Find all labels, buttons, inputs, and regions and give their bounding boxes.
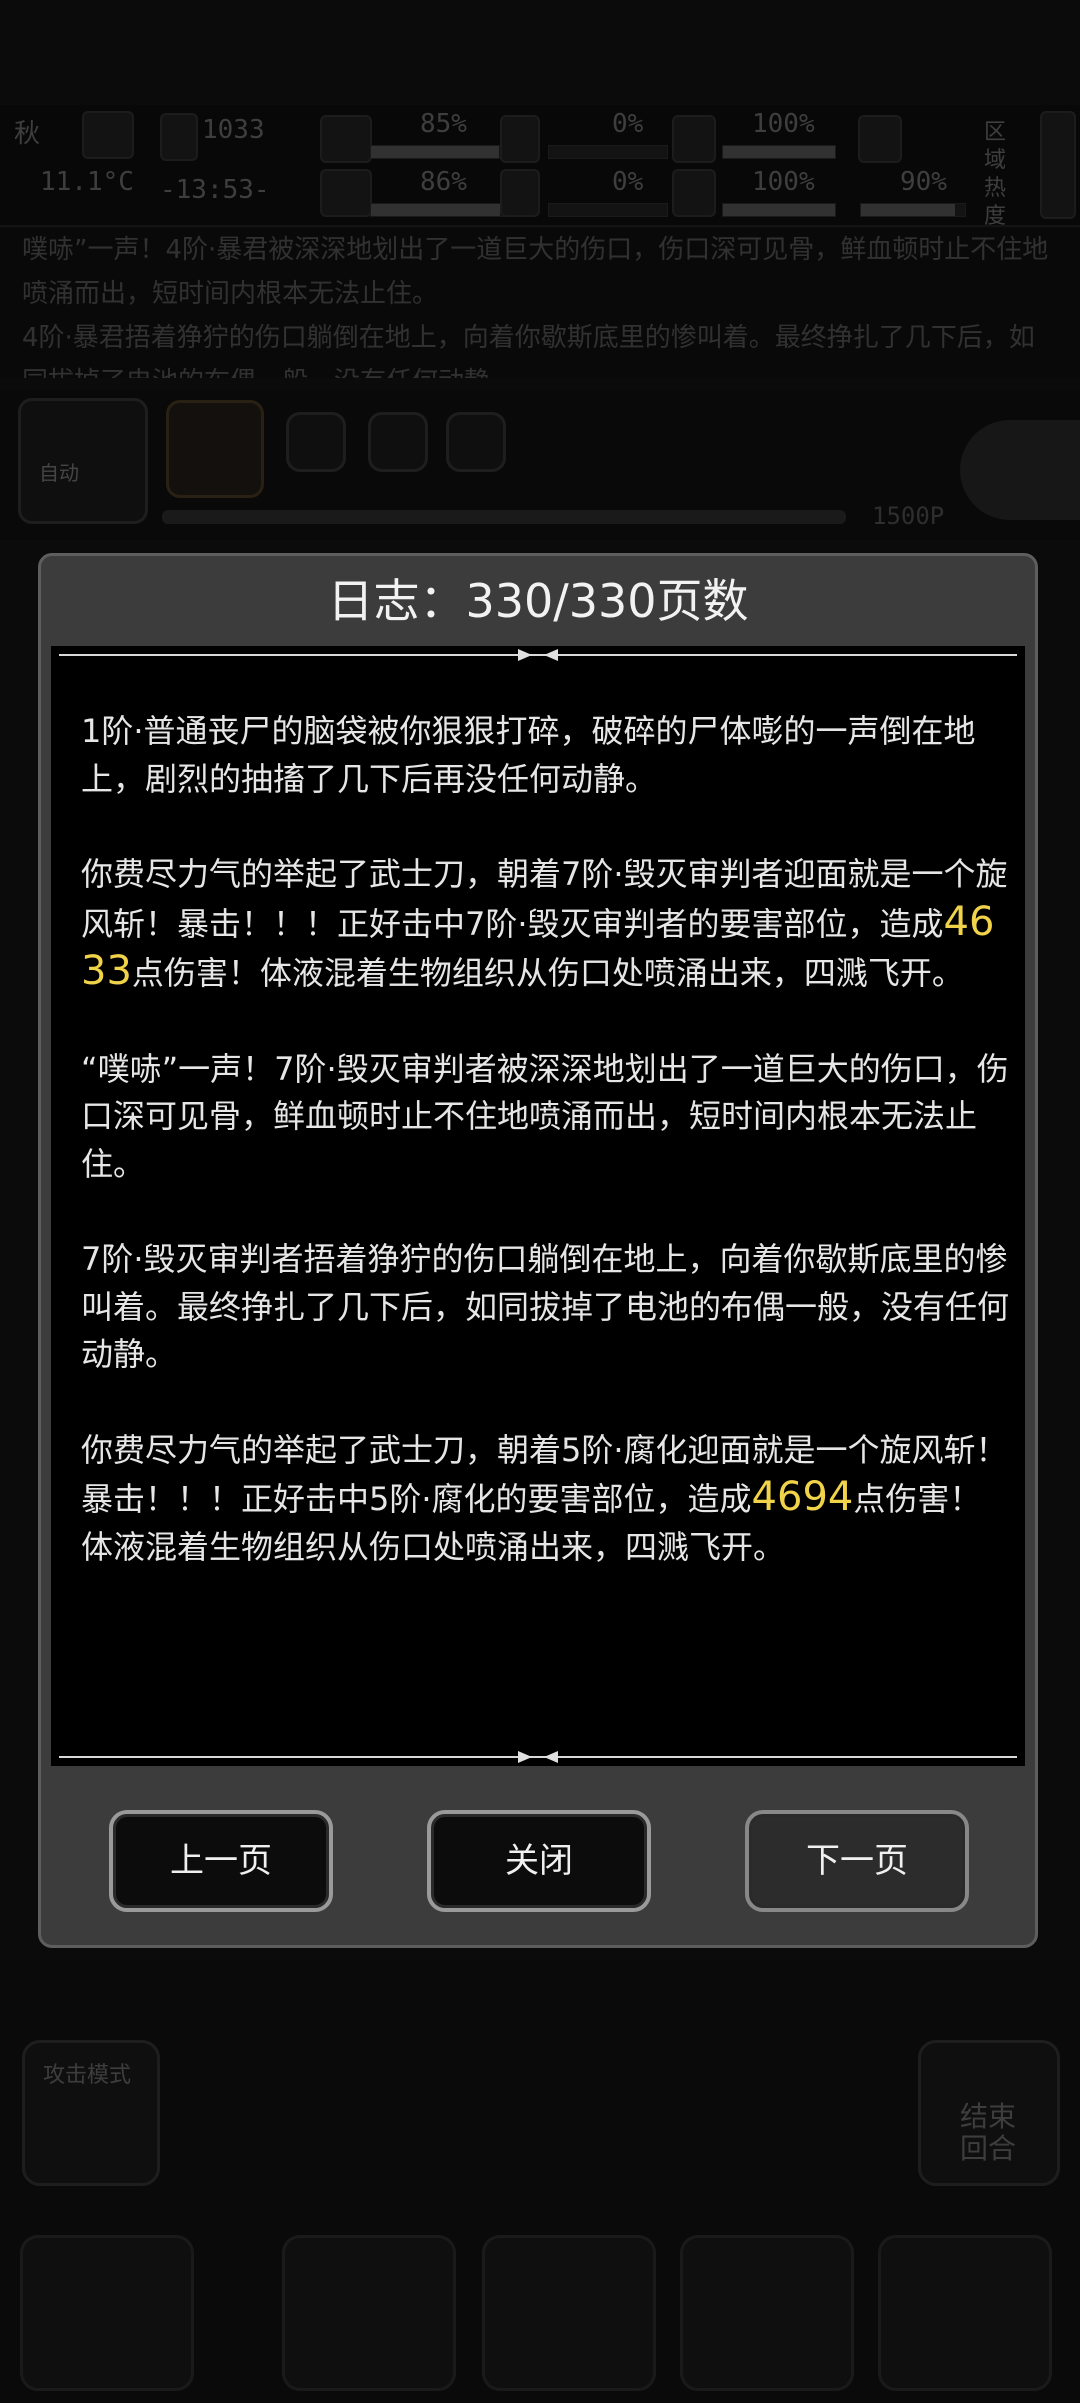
boot-icon bbox=[858, 115, 902, 163]
sanity-value: 86% bbox=[420, 167, 467, 197]
notes-icon[interactable] bbox=[680, 2235, 854, 2391]
area-heat-label: 区域热度 bbox=[984, 120, 1007, 229]
armor-value: 100% bbox=[752, 109, 815, 139]
end-turn-button[interactable]: 结束回合 bbox=[918, 2040, 1060, 2186]
armor-bar bbox=[722, 145, 836, 159]
top-divider bbox=[59, 649, 1017, 661]
heat-meter bbox=[1040, 111, 1076, 219]
auto-button[interactable]: 自动 bbox=[18, 398, 148, 524]
bottom-controls: 攻击模式 结束回合 bbox=[0, 1960, 1080, 2403]
skills-head-icon[interactable] bbox=[482, 2235, 656, 2391]
mood-bar bbox=[722, 203, 836, 217]
bottom-divider bbox=[59, 1751, 1017, 1763]
mood-value: 100% bbox=[752, 167, 815, 197]
stomach-icon bbox=[500, 115, 540, 163]
progress-bar bbox=[162, 510, 846, 524]
background-log-line: 噗哧”一声！4阶·暴君被深深地划出了一道巨大的伤口，伤口深可见骨，鲜血顿时止不住… bbox=[22, 235, 1049, 309]
weather-icon bbox=[82, 111, 134, 159]
day-counter: 1033 bbox=[202, 115, 265, 145]
water-icon bbox=[500, 169, 540, 217]
close-button[interactable]: 关闭 bbox=[427, 1810, 651, 1912]
log-entry: 你费尽力气的举起了武士刀，朝着7阶·毁灭审判者迎面就是一个旋风斩！暴击！！！正好… bbox=[81, 855, 1008, 994]
stamina-bar bbox=[860, 203, 966, 217]
log-dialog: 日志：330/330页数 1阶·普通丧尸的脑袋被你狠狠打碎，破碎的尸体嘭的一声倒… bbox=[38, 553, 1038, 1948]
season-label: 秋 bbox=[14, 119, 41, 149]
log-entry: 7阶·毁灭审判者捂着狰狞的伤口躺倒在地上，向着你歇斯底里的惨叫着。最终挣扎了几下… bbox=[81, 1240, 1010, 1373]
hunger-value: 0% bbox=[612, 109, 644, 139]
log-entry: “噗哧”一声！7阶·毁灭审判者被深深地划出了一道巨大的伤口，伤口深可见骨，鲜血顿… bbox=[81, 1049, 1009, 1183]
attack-mode-button[interactable]: 攻击模式 bbox=[22, 2040, 160, 2186]
dialog-title: 日志：330/330页数 bbox=[327, 574, 749, 628]
party-portrait[interactable] bbox=[446, 412, 506, 472]
thirst-bar bbox=[548, 203, 668, 217]
brain-icon bbox=[320, 169, 372, 217]
day-icon bbox=[160, 113, 198, 161]
character-row: 自动 1500P bbox=[0, 390, 1080, 540]
log-panel: 1阶·普通丧尸的脑袋被你狠狠打碎，破碎的尸体嘭的一声倒在地上，剧烈的抽搐了几下后… bbox=[51, 646, 1025, 1766]
auto-label: 自动 bbox=[39, 461, 79, 485]
temperature-label: 11.1°C bbox=[40, 167, 134, 197]
player-portrait[interactable] bbox=[166, 400, 264, 498]
background-log-line: 4阶·暴君捂着狰狞的伤口躺倒在地上，向着你歇斯底里的惨叫着。最终挣扎了几下后，如… bbox=[22, 323, 1035, 378]
damage-value: 4694 bbox=[751, 1474, 854, 1520]
knife-icon[interactable] bbox=[20, 2235, 194, 2391]
divider-arrows-icon bbox=[518, 1751, 558, 1763]
clock-label: -13:53- bbox=[160, 175, 270, 205]
status-bar: 秋 11.1°C 1033 -13:53- 85% 86% 0% 0% 100%… bbox=[0, 105, 1080, 229]
progress-label: 1500P bbox=[872, 502, 945, 530]
stamina-value: 90% bbox=[900, 167, 947, 197]
next-arrow-button[interactable] bbox=[960, 420, 1080, 520]
health-value: 85% bbox=[420, 109, 467, 139]
heart-icon bbox=[672, 169, 716, 217]
menu-icon[interactable] bbox=[878, 2235, 1052, 2391]
thirst-value: 0% bbox=[612, 167, 644, 197]
log-entry: 你费尽力气的举起了武士刀，朝着5阶·腐化迎面就是一个旋风斩！暴击！！！正好击中5… bbox=[81, 1430, 1008, 1566]
log-text: 1阶·普通丧尸的脑袋被你狠狠打碎，破碎的尸体嘭的一声倒在地上，剧烈的抽搐了几下后… bbox=[81, 708, 1011, 1619]
background-combat-log: 噗哧”一声！4阶·暴君被深深地划出了一道巨大的伤口，伤口深可见骨，鲜血顿时止不住… bbox=[0, 228, 1080, 378]
party-portrait[interactable] bbox=[368, 412, 428, 472]
chest-icon[interactable] bbox=[282, 2235, 456, 2391]
next-page-button[interactable]: 下一页 bbox=[745, 1810, 969, 1912]
medkit-icon bbox=[320, 115, 372, 163]
prev-page-button[interactable]: 上一页 bbox=[109, 1810, 333, 1912]
end-turn-label: 结束回合 bbox=[959, 2100, 1016, 2165]
party-portrait[interactable] bbox=[286, 412, 346, 472]
log-entry: 1阶·普通丧尸的脑袋被你狠狠打碎，破碎的尸体嘭的一声倒在地上，剧烈的抽搐了几下后… bbox=[81, 712, 976, 798]
divider-arrows-icon bbox=[518, 649, 558, 661]
attack-mode-label: 攻击模式 bbox=[43, 2063, 132, 2088]
armor-icon bbox=[672, 115, 716, 163]
hunger-bar bbox=[548, 145, 668, 159]
